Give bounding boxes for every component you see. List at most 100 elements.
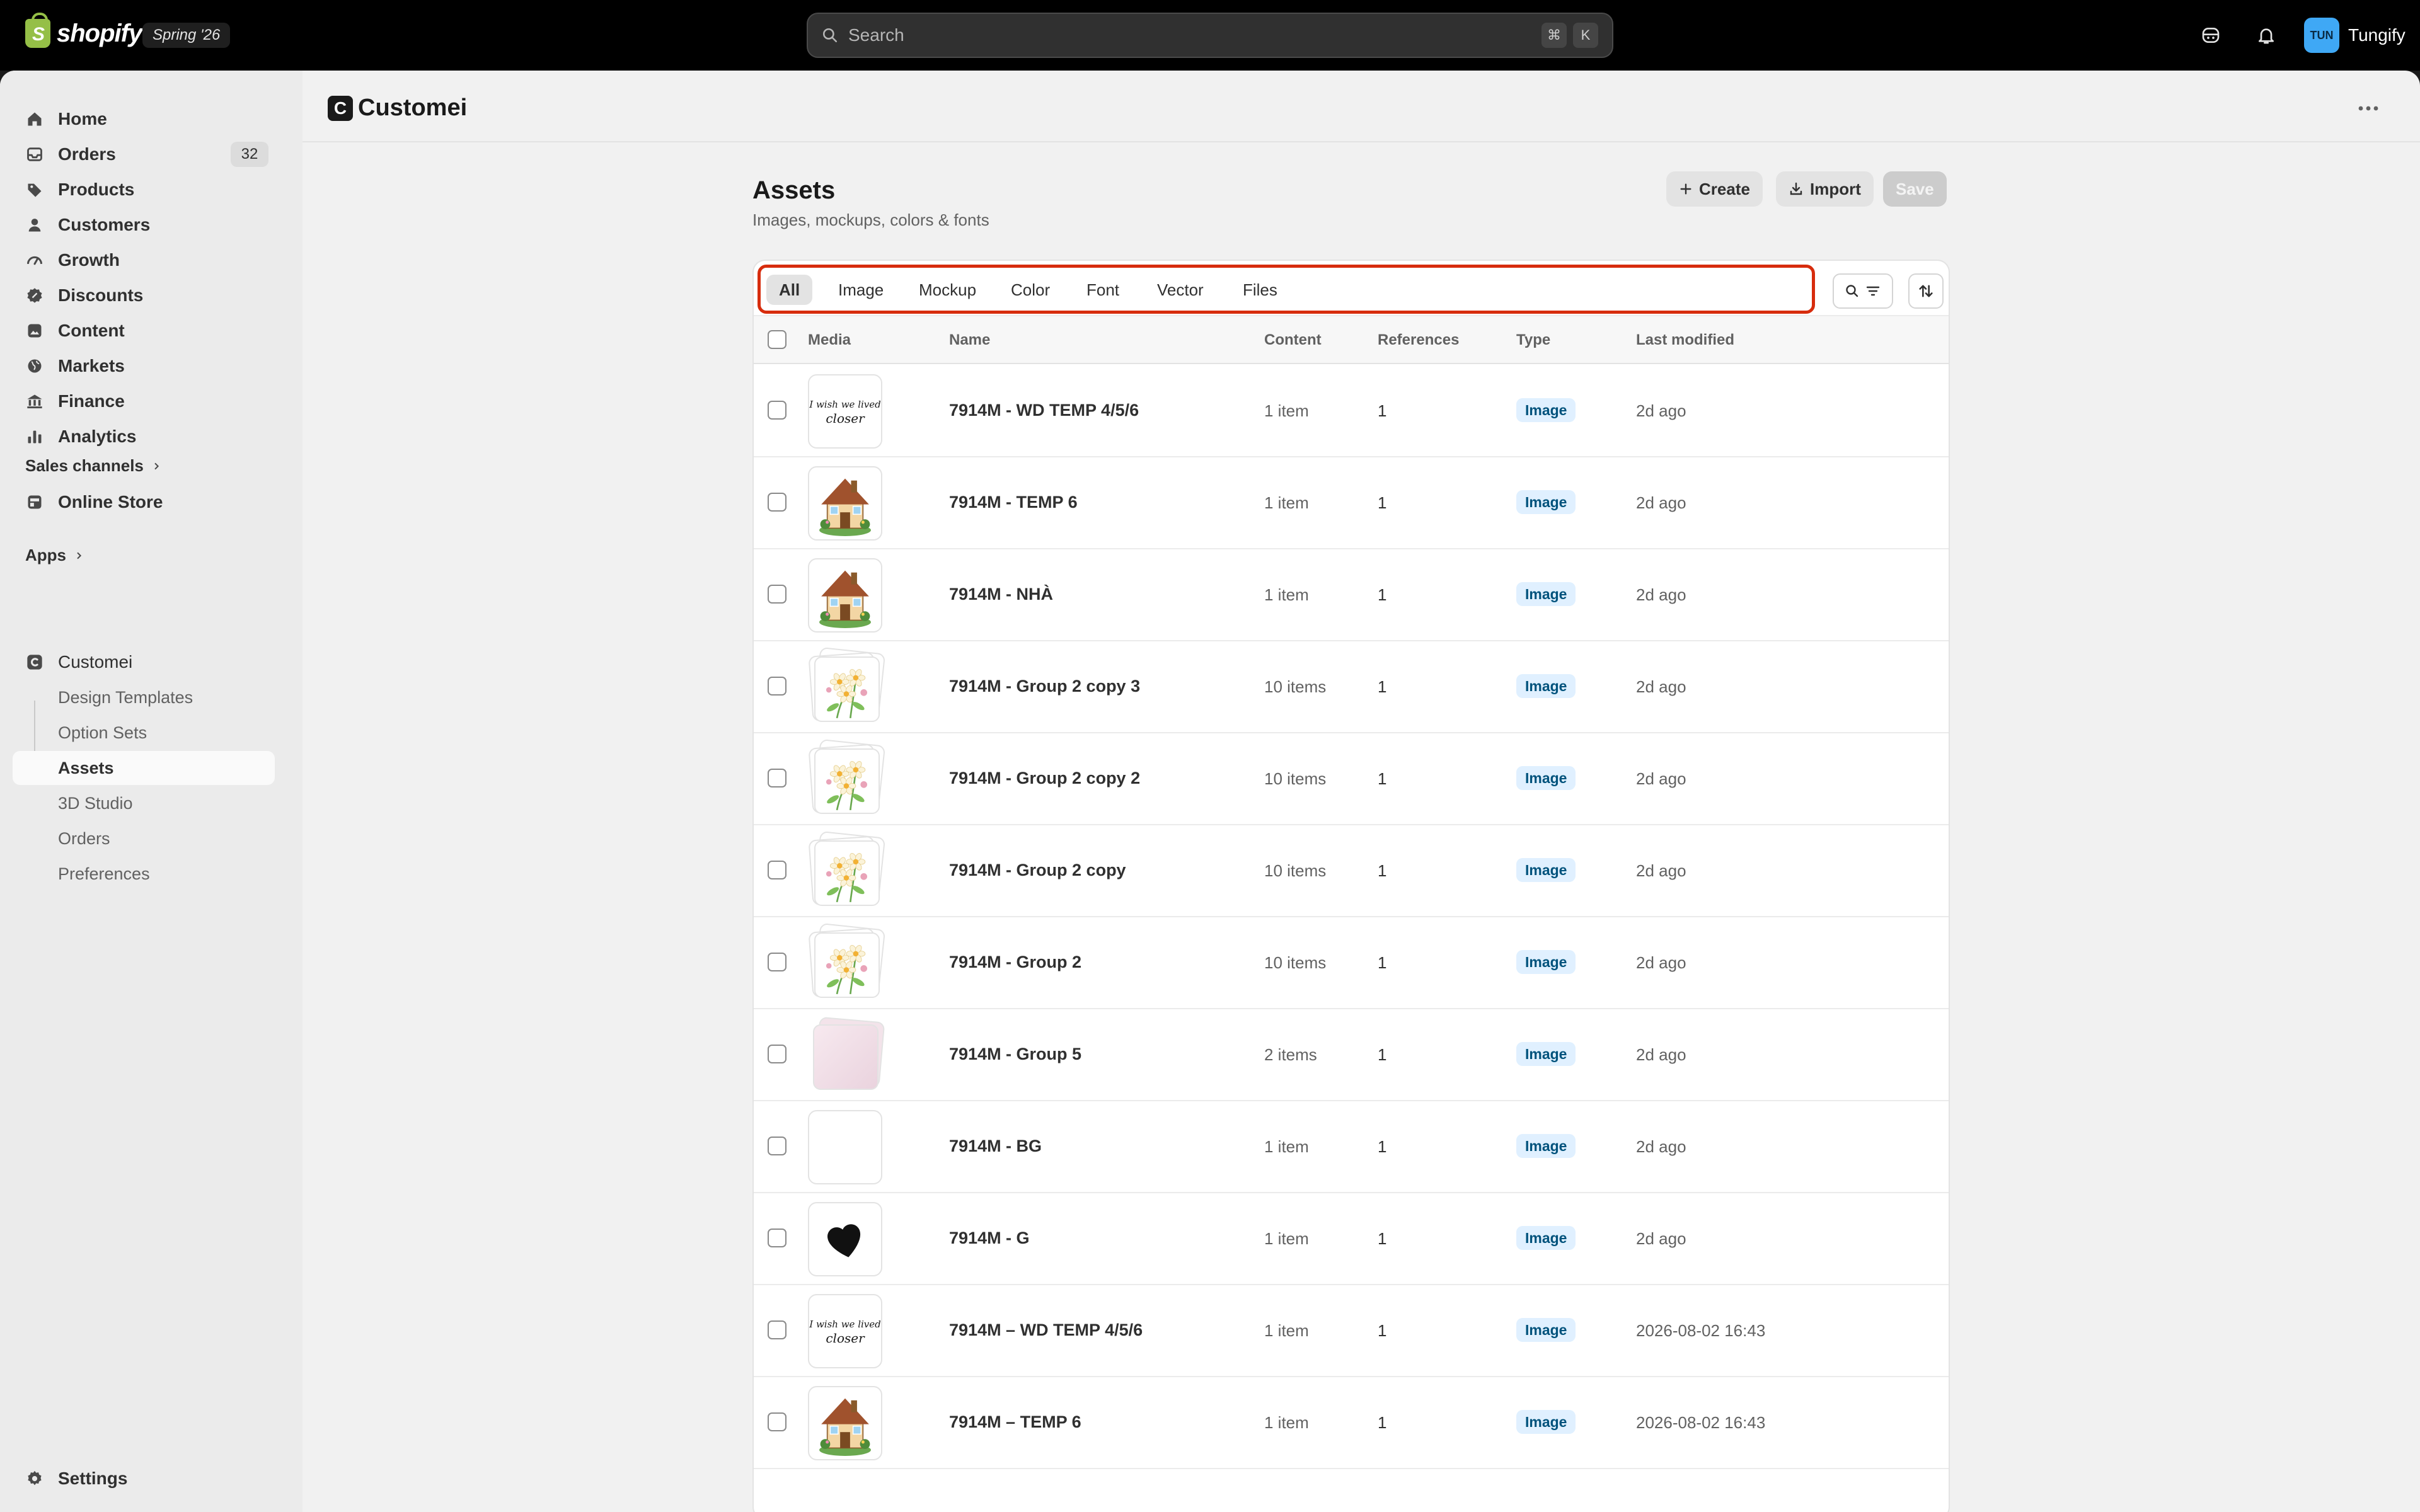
row-checkbox[interactable] (768, 861, 786, 879)
sidebar-item-customei[interactable]: Customei (13, 645, 275, 679)
asset-thumbnail[interactable] (808, 646, 886, 724)
sidebar-item-settings[interactable]: Settings (13, 1462, 275, 1496)
sales-channels-header[interactable]: Sales channels (25, 456, 161, 476)
table-header: Media Name Content References Type Last … (754, 316, 1949, 364)
edition-badge[interactable]: Spring '26 (142, 23, 231, 48)
customei-logo: C (328, 96, 353, 121)
asset-thumbnail[interactable]: I wish we lived closer (808, 1294, 882, 1368)
asset-thumbnail[interactable] (808, 922, 886, 1000)
row-checkbox[interactable] (768, 1137, 786, 1155)
sidebar-item-content[interactable]: Content (13, 314, 275, 348)
select-all-checkbox[interactable] (768, 330, 786, 349)
sidebar-item-finance[interactable]: Finance (13, 384, 275, 418)
sidebar-item-products[interactable]: Products (13, 173, 275, 207)
asset-name[interactable]: 7914M - TEMP 6 (949, 493, 1078, 512)
row-checkbox[interactable] (768, 1412, 786, 1431)
asset-thumbnail[interactable] (808, 1386, 882, 1460)
asset-name[interactable]: 7914M - Group 2 copy (949, 861, 1126, 880)
type-badge: Image (1516, 1042, 1576, 1066)
asset-thumbnail[interactable] (808, 1110, 882, 1184)
sidebar-subitem-option-sets[interactable]: Option Sets (13, 716, 275, 750)
asset-name[interactable]: 7914M - Group 5 (949, 1045, 1081, 1064)
asset-thumbnail[interactable] (808, 466, 882, 541)
table-row[interactable]: I wish we lived closer 7914M - WD TEMP 4/5… (754, 365, 1949, 457)
flowers-illustration (826, 669, 867, 719)
asset-name[interactable]: 7914M - G (949, 1228, 1030, 1248)
row-checkbox[interactable] (768, 493, 786, 512)
shopify-logo[interactable]: S shopify (25, 13, 142, 48)
more-actions-button[interactable] (2354, 98, 2382, 118)
sort-button[interactable] (1908, 273, 1944, 309)
row-checkbox[interactable] (768, 585, 786, 604)
user-menu[interactable]: TUN Tungify (2304, 18, 2406, 53)
asset-name[interactable]: 7914M - BG (949, 1137, 1042, 1156)
apps-header[interactable]: Apps (25, 546, 84, 565)
table-row[interactable]: 7914M - Group 2 copy 10 items 1 Image 2d ago (754, 825, 1949, 917)
row-checkbox[interactable] (768, 769, 786, 788)
table-row[interactable]: 7914M - G 1 item 1 Image 2d ago (754, 1193, 1949, 1285)
asset-name[interactable]: 7914M - Group 2 (949, 953, 1081, 972)
table-row[interactable]: 7914M - Group 2 copy 3 10 items 1 Image 2d a… (754, 641, 1949, 733)
sidebar-subitem-preferences[interactable]: Preferences (13, 857, 275, 891)
create-button[interactable]: Create (1666, 171, 1763, 207)
user-name: Tungify (2348, 25, 2406, 45)
sidebar-subitem-3d-studio[interactable]: 3D Studio (13, 786, 275, 820)
save-button[interactable]: Save (1883, 171, 1947, 207)
sidebar-item-analytics[interactable]: Analytics (13, 420, 275, 454)
sidebar-item-online-store[interactable]: Online Store (13, 485, 275, 519)
sidebar-item-growth[interactable]: Growth (13, 243, 275, 277)
discount-icon (25, 286, 44, 305)
row-checkbox[interactable] (768, 401, 786, 420)
import-button[interactable]: Import (1776, 171, 1874, 207)
tag-icon (25, 180, 44, 199)
asset-thumbnail[interactable] (808, 830, 886, 908)
table-row[interactable]: 7914M - Group 5 2 items 1 Image 2d ago (754, 1009, 1949, 1101)
table-row[interactable]: 7914M - BG 1 item 1 Image 2d ago (754, 1101, 1949, 1193)
table-row[interactable]: 7914M - NHÀ 1 item 1 Image 2d ago (754, 549, 1949, 641)
asset-thumbnail[interactable] (808, 1202, 882, 1276)
sidebar-subitem-orders[interactable]: Orders (13, 822, 275, 856)
row-checkbox[interactable] (768, 1320, 786, 1339)
sales-channels-label: Sales channels (25, 456, 144, 475)
search-bar[interactable]: Search ⌘ K (807, 13, 1613, 58)
column-references: References (1378, 331, 1460, 348)
asset-references: 1 (1378, 1045, 1387, 1064)
sidebar-item-markets[interactable]: Markets (13, 349, 275, 383)
apps-label: Apps (25, 546, 66, 564)
table-row[interactable]: I wish we lived closer 7914M – WD TEMP 4/5… (754, 1285, 1949, 1377)
plus-icon (1680, 183, 1691, 195)
row-checkbox[interactable] (768, 953, 786, 971)
asset-name[interactable]: 7914M – TEMP 6 (949, 1412, 1081, 1432)
asset-name[interactable]: 7914M - WD TEMP 4/5/6 (949, 401, 1139, 420)
asset-thumbnail[interactable]: I wish we lived closer (808, 374, 882, 449)
asset-references: 1 (1378, 585, 1387, 604)
table-row[interactable]: 7914M - Group 2 copy 2 10 items 1 Image 2d a… (754, 733, 1949, 825)
asset-name[interactable]: 7914M - Group 2 copy 3 (949, 677, 1140, 696)
sidebar-item-home[interactable]: Home (13, 102, 275, 136)
page-title: Assets (752, 176, 836, 204)
table-row[interactable]: 7914M - TEMP 6 1 item 1 Image 2d ago (754, 457, 1949, 549)
sidebar-subitem-assets[interactable]: Assets (13, 751, 275, 785)
table-row[interactable]: 7914M - Group 2 10 items 1 Image 2d ago (754, 917, 1949, 1009)
asset-thumbnail[interactable] (808, 1016, 885, 1092)
sidekick-icon[interactable] (2198, 23, 2223, 48)
flowers-illustration (826, 853, 867, 903)
row-checkbox[interactable] (768, 677, 786, 696)
sidebar-item-discounts[interactable]: Discounts (13, 278, 275, 312)
asset-thumbnail[interactable] (808, 558, 882, 633)
table-row[interactable]: 7914M – TEMP 6 1 item 1 Image 2026-08-02 16:… (754, 1377, 1949, 1469)
asset-name[interactable]: 7914M - NHÀ (949, 585, 1053, 604)
row-checkbox[interactable] (768, 1045, 786, 1063)
sidebar-item-customers[interactable]: Customers (13, 208, 275, 242)
search-filter-button[interactable] (1833, 273, 1893, 309)
last-modified: 2d ago (1636, 953, 1686, 972)
asset-thumbnail[interactable] (808, 738, 886, 816)
person-icon (25, 215, 44, 234)
asset-name[interactable]: 7914M – WD TEMP 4/5/6 (949, 1320, 1143, 1340)
sidebar-subitem-design-templates[interactable]: Design Templates (13, 680, 275, 714)
sidebar-item-orders[interactable]: Orders 32 (13, 137, 275, 171)
asset-references: 1 (1378, 1321, 1387, 1340)
bell-icon[interactable] (2254, 23, 2279, 48)
asset-name[interactable]: 7914M - Group 2 copy 2 (949, 769, 1140, 788)
row-checkbox[interactable] (768, 1228, 786, 1247)
